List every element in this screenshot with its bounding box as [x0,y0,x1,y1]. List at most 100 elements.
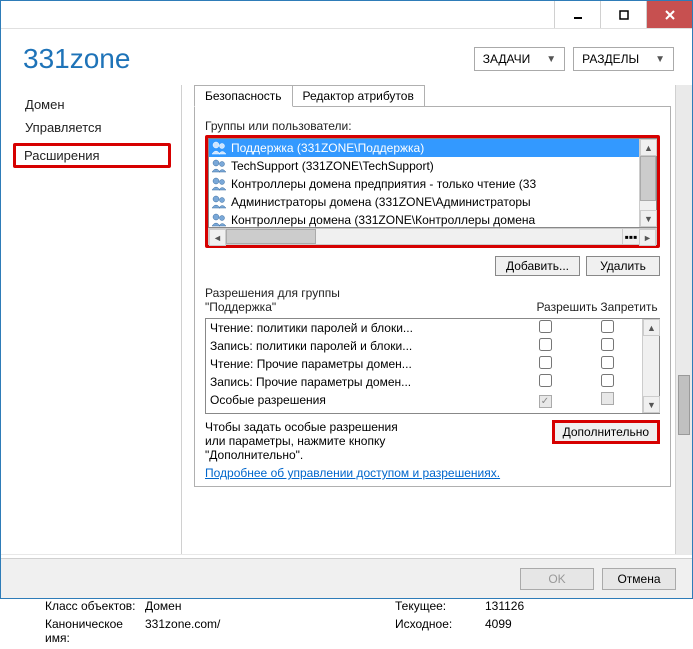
group-buttons: Добавить... Удалить [205,248,660,282]
allow-checkbox[interactable] [539,374,552,387]
permissions-rows: Чтение: политики паролей и блоки... Запи… [206,319,642,413]
people-icon [211,194,227,210]
people-icon [211,158,227,174]
footer: OK Отмена [1,558,692,598]
tab-row: Безопасность Редактор атрибутов [194,85,671,107]
scroll-grip-icon: ▪▪▪ [622,229,639,244]
group-label: Администраторы домена (331ZONE\Администр… [231,195,531,209]
permission-name: Чтение: политики паролей и блоки... [210,321,514,335]
sections-label: РАЗДЕЛЫ [582,52,639,66]
learn-more-link[interactable]: Подробнее об управлении доступом и разре… [205,466,500,480]
scroll-up-icon[interactable]: ▲ [640,139,657,156]
add-button[interactable]: Добавить... [495,256,580,276]
scroll-track[interactable] [676,85,692,554]
ok-button[interactable]: OK [520,568,594,590]
scroll-down-icon[interactable]: ▼ [643,396,660,413]
dialog-window: 331zone ЗАДАЧИ ▼ РАЗДЕЛЫ ▼ Домен Управля… [0,0,693,599]
deny-checkbox-disabled [601,392,614,405]
scroll-track[interactable] [640,156,656,210]
permission-name: Запись: политики паролей и блоки... [210,339,514,353]
close-button[interactable] [646,1,692,28]
allow-checkbox[interactable] [539,338,552,351]
scroll-track[interactable] [226,229,622,244]
scroll-up-icon[interactable]: ▲ [643,319,660,336]
group-label: Контроллеры домена (331ZONE\Контроллеры … [231,213,535,227]
perm-label-line1: Разрешения для группы [205,286,340,300]
deny-checkbox[interactable] [601,374,614,387]
orig-value: 4099 [485,617,512,645]
allow-column-header: Разрешить [536,300,598,314]
group-item[interactable]: TechSupport (331ZONE\TechSupport) [209,157,639,175]
minimize-button[interactable] [554,1,600,28]
group-label: TechSupport (331ZONE\TechSupport) [231,159,434,173]
groups-vscroll[interactable]: ▲ ▼ [639,139,656,227]
deny-checkbox[interactable] [601,356,614,369]
scroll-down-icon[interactable]: ▼ [640,210,657,227]
remove-button[interactable]: Удалить [586,256,660,276]
tab-security[interactable]: Безопасность [194,85,293,107]
permissions-listbox[interactable]: Чтение: политики паролей и блоки... Запи… [205,318,660,414]
body: Домен Управляется Расширения Безопасност… [1,85,692,554]
header: 331zone ЗАДАЧИ ▼ РАЗДЕЛЫ ▼ [1,29,692,85]
sidebar-item-domain[interactable]: Домен [1,93,181,116]
cancel-button[interactable]: Отмена [602,568,676,590]
advanced-row: Чтобы задать особые разрешения или парам… [205,414,660,462]
current-value: 131126 [485,599,524,613]
scroll-left-icon[interactable]: ◄ [209,229,226,246]
permission-name: Чтение: Прочие параметры домен... [210,357,514,371]
groups-highlight: Поддержка (331ZONE\Поддержка) TechSuppor… [205,135,660,248]
people-icon [211,176,227,192]
people-icon [211,212,227,227]
deny-checkbox[interactable] [601,320,614,333]
current-label: Текущее: [395,599,485,613]
perm-label-line2: "Поддержка" [205,300,340,314]
sidebar-item-managed[interactable]: Управляется [1,116,181,139]
security-panel: Группы или пользователи: Поддержка (331Z… [194,106,671,487]
groups-label: Группы или пользователи: [205,117,660,135]
advanced-hint: Чтобы задать особые разрешения или парам… [205,420,415,462]
people-icon [211,140,227,156]
scroll-thumb[interactable] [678,375,690,435]
allow-checkbox[interactable] [539,356,552,369]
page-title: 331zone [23,43,130,75]
group-item[interactable]: Поддержка (331ZONE\Поддержка) [209,139,639,157]
meta-row-canon: Каноническое имя: 331zone.com/ Исходное:… [25,617,674,645]
permission-name: Запись: Прочие параметры домен... [210,375,514,389]
permissions-header: Разрешения для группы "Поддержка" Разреш… [205,282,660,318]
group-item[interactable]: Контроллеры домена (331ZONE\Контроллеры … [209,211,639,227]
groups-listbox[interactable]: Поддержка (331ZONE\Поддержка) TechSuppor… [208,138,657,228]
scroll-right-icon[interactable]: ► [639,229,656,246]
page-vscroll[interactable] [675,85,692,554]
maximize-button[interactable] [600,1,646,28]
advanced-button[interactable]: Дополнительно [552,420,660,444]
group-item[interactable]: Контроллеры домена предприятия - только … [209,175,639,193]
class-label: Класс объектов: [25,599,145,613]
sections-dropdown[interactable]: РАЗДЕЛЫ ▼ [573,47,674,71]
deny-column-header: Запретить [598,300,660,314]
header-actions: ЗАДАЧИ ▼ РАЗДЕЛЫ ▼ [474,47,674,71]
group-label: Контроллеры домена предприятия - только … [231,177,536,191]
groups-hscroll[interactable]: ◄ ▪▪▪ ► [208,228,657,245]
permission-row: Запись: политики паролей и блоки... [206,337,642,355]
permission-row: Запись: Прочие параметры домен... [206,373,642,391]
tasks-label: ЗАДАЧИ [483,52,530,66]
sidebar-item-extensions[interactable]: Расширения [13,143,171,168]
group-item[interactable]: Администраторы домена (331ZONE\Администр… [209,193,639,211]
main-content: Безопасность Редактор атрибутов Группы и… [186,85,692,554]
permission-row: Чтение: Прочие параметры домен... [206,355,642,373]
learn-more-row: Подробнее об управлении доступом и разре… [205,462,660,480]
perm-vscroll[interactable]: ▲ ▼ [642,319,659,413]
scroll-thumb[interactable] [226,229,316,244]
allow-checkbox-disabled: ✓ [539,395,552,408]
group-label: Поддержка (331ZONE\Поддержка) [231,141,424,155]
deny-checkbox[interactable] [601,338,614,351]
tab-attribute-editor[interactable]: Редактор атрибутов [292,85,425,107]
tasks-dropdown[interactable]: ЗАДАЧИ ▼ [474,47,565,71]
permission-row: Особые разрешения ✓ [206,391,642,409]
vertical-divider [181,85,182,554]
orig-label: Исходное: [395,617,485,645]
allow-checkbox[interactable] [539,320,552,333]
scroll-thumb[interactable] [640,156,656,201]
scroll-track[interactable] [643,336,659,396]
perm-columns: Разрешить Запретить [536,300,660,314]
